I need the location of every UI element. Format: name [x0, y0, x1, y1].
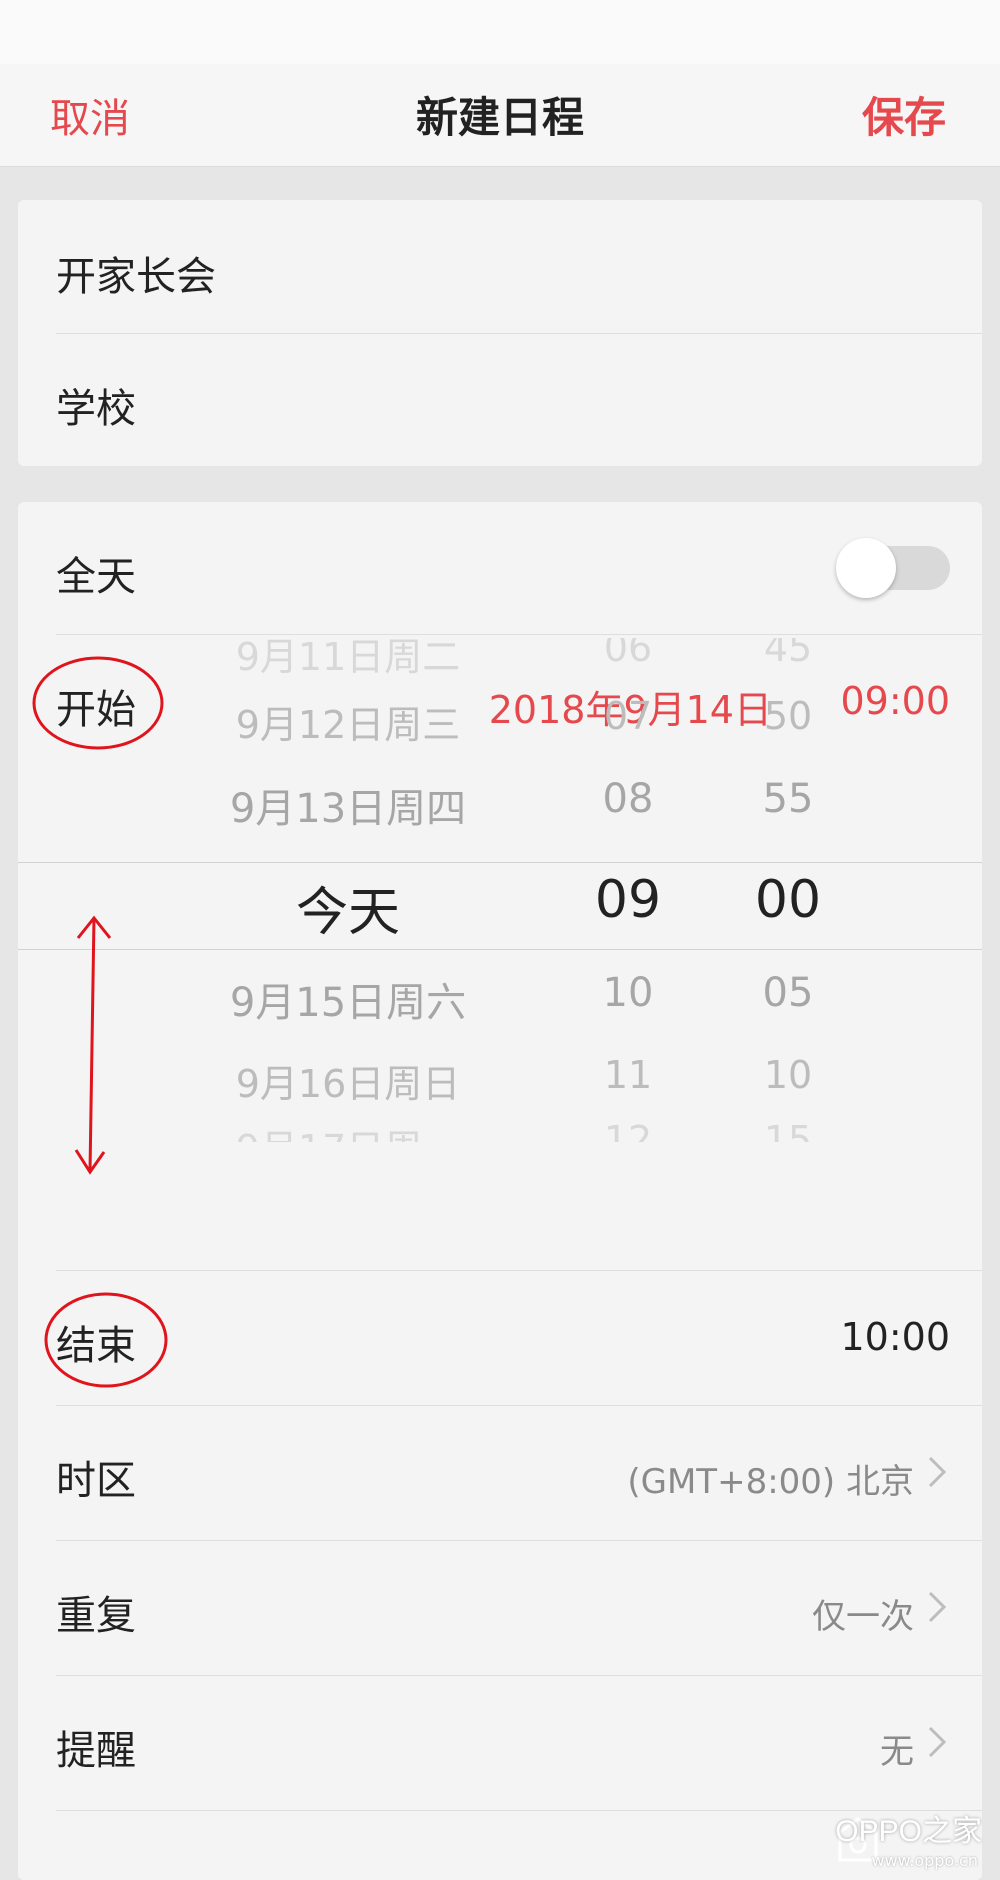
picker-hour-item[interactable]: 11 — [578, 1053, 678, 1097]
picker-hour-item[interactable]: 07 — [578, 694, 678, 738]
chevron-right-icon — [928, 1726, 947, 1758]
repeat-label: 重复 — [56, 1593, 136, 1639]
all-day-label: 全天 — [56, 554, 136, 600]
toggle-knob[interactable] — [836, 538, 896, 598]
picker-hour-item[interactable]: 06 — [578, 638, 678, 670]
picker-hour-item[interactable]: 08 — [578, 776, 678, 822]
picker-date-item[interactable]: 9月15日周六 — [188, 970, 508, 1028]
picker-date-column[interactable]: 9月11日周二 9月12日周三 9月13日周四 今天 9月15日周六 9月16日… — [188, 638, 508, 1142]
chevron-right-icon — [928, 1456, 947, 1488]
event-title-input[interactable]: 开家长会 — [56, 244, 216, 302]
picker-date-item[interactable]: 9月13日周四 — [188, 776, 508, 834]
picker-date-item[interactable]: 9月11日周二 — [188, 638, 508, 681]
event-title-row[interactable]: 开家长会 — [18, 200, 982, 333]
end-time-value[interactable]: 10:00 — [840, 1315, 950, 1359]
chevron-right-icon — [928, 1591, 947, 1623]
picker-hour-column[interactable]: 06 07 08 09 10 11 12 — [578, 638, 678, 1142]
all-day-row: 全天 — [18, 502, 982, 634]
annotation-circle-end — [44, 1292, 168, 1388]
watermark-site: www.oppo.cn — [871, 1851, 978, 1870]
reminder-row[interactable]: 提醒 无 — [18, 1676, 982, 1810]
reminder-value: 无 — [880, 1732, 914, 1772]
navigation-bar: 取消 新建日程 保存 — [0, 64, 1000, 167]
repeat-row[interactable]: 重复 仅一次 — [18, 1541, 982, 1675]
picker-minute-item[interactable]: 05 — [738, 970, 838, 1016]
picker-hour-selected[interactable]: 09 — [578, 870, 678, 930]
picker-date-item[interactable]: 9月16日周日 — [188, 1053, 508, 1108]
repeat-value: 仅一次 — [812, 1597, 914, 1637]
annotation-circle-start — [32, 656, 164, 750]
picker-minute-selected[interactable]: 00 — [738, 870, 838, 930]
page-title: 新建日程 — [415, 93, 584, 142]
picker-hour-item[interactable]: 10 — [578, 970, 678, 1016]
picker-minute-item[interactable]: 50 — [738, 694, 838, 738]
event-location-row[interactable]: 学校 — [18, 334, 982, 466]
event-info-card: 开家长会 学校 — [18, 200, 982, 466]
picker-date-item[interactable]: 9月12日周三 — [188, 694, 508, 749]
picker-hour-item[interactable]: 12 — [578, 1118, 678, 1142]
picker-date-item[interactable]: 9月17日周一 — [188, 1118, 508, 1142]
reminder-label: 提醒 — [56, 1728, 136, 1774]
picker-minute-item[interactable]: 10 — [738, 1053, 838, 1097]
picker-minute-column[interactable]: 45 50 55 00 05 10 15 — [738, 638, 838, 1142]
timezone-row[interactable]: 时区 (GMT+8:00) 北京 — [18, 1406, 982, 1540]
event-location-input[interactable]: 学校 — [56, 376, 136, 434]
all-day-toggle[interactable] — [836, 538, 950, 598]
picker-date-selected[interactable]: 今天 — [188, 870, 508, 945]
picker-minute-item[interactable]: 45 — [738, 638, 838, 670]
save-button[interactable]: 保存 — [862, 84, 946, 145]
picker-minute-item[interactable]: 55 — [738, 776, 838, 822]
watermark-brand: OPPO之家 — [835, 1815, 982, 1848]
annotation-double-arrow — [74, 915, 112, 1175]
timezone-value: (GMT+8:00) 北京 — [627, 1462, 914, 1502]
timezone-label: 时区 — [56, 1458, 136, 1504]
status-bar — [0, 0, 1000, 64]
picker-minute-item[interactable]: 15 — [738, 1118, 838, 1142]
